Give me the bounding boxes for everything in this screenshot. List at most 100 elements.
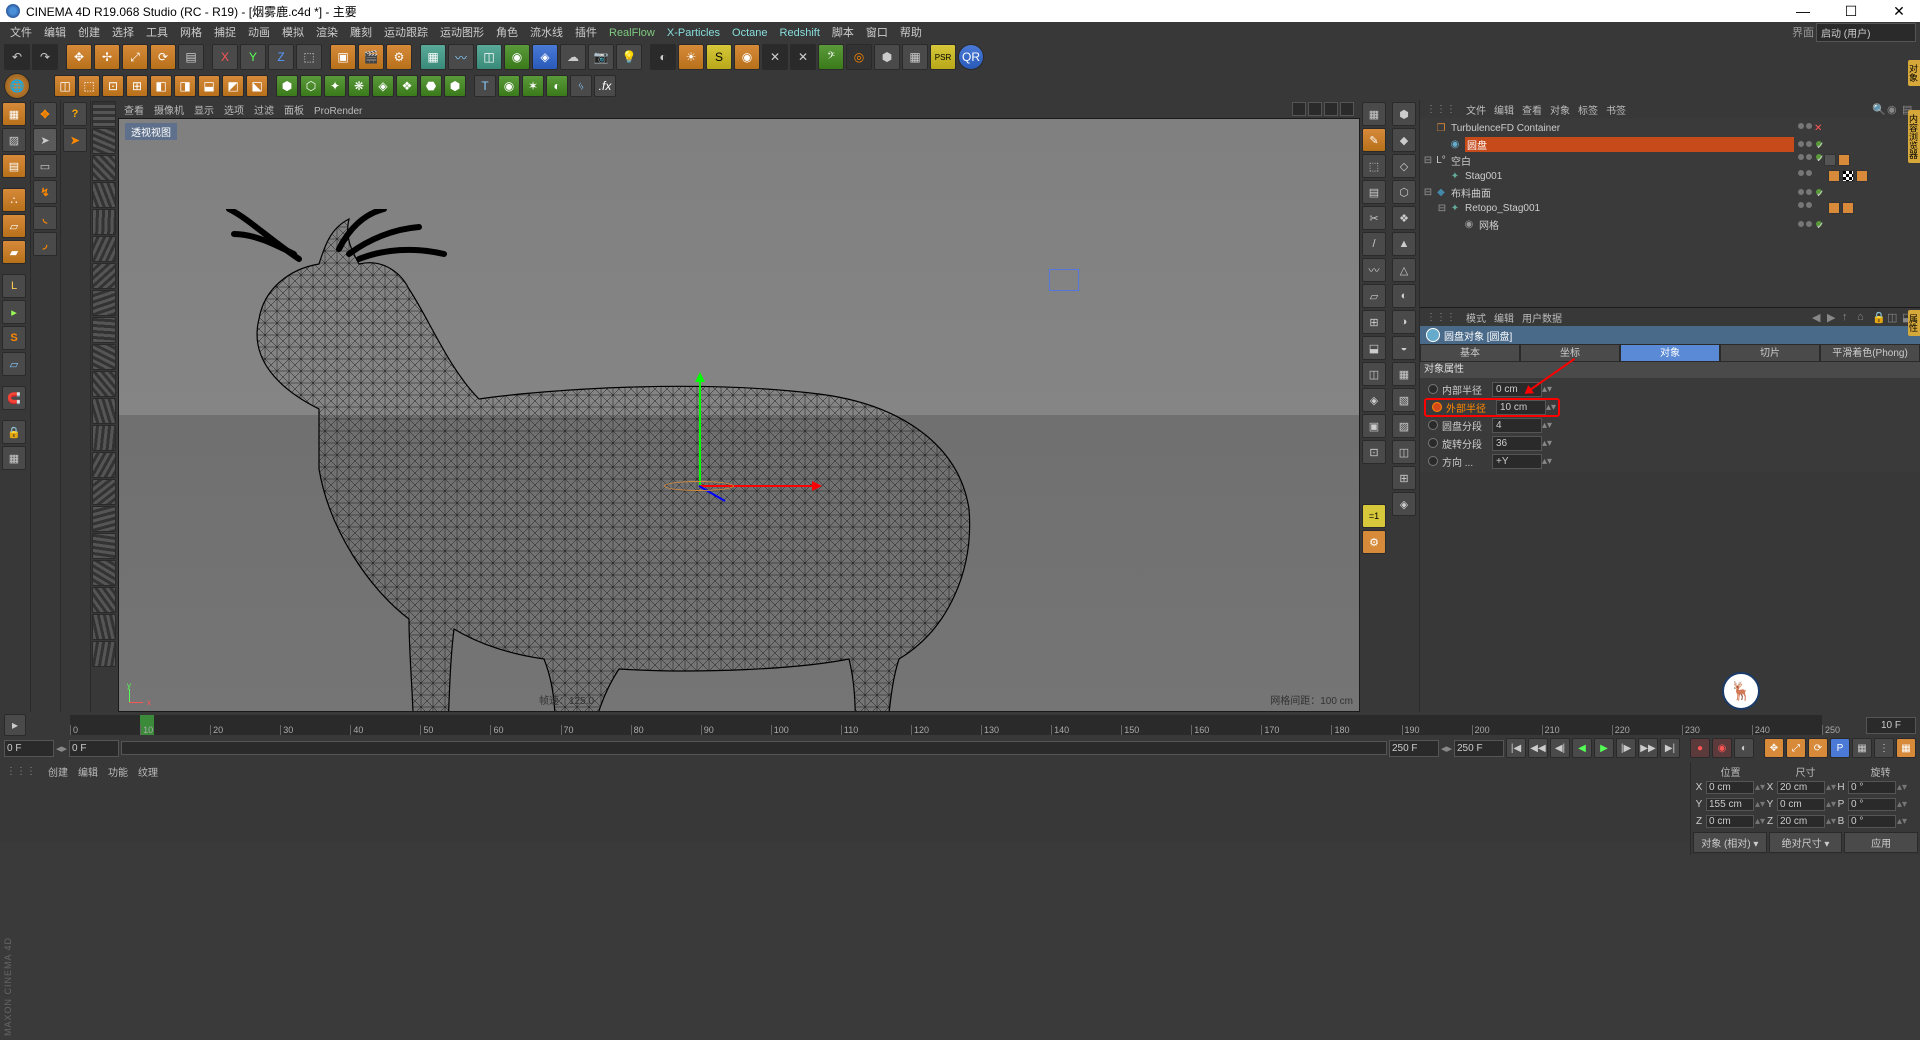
pattern-swatch-5[interactable] [92,236,116,262]
plugin-9[interactable]: ⬢ [874,44,900,70]
menu-插件[interactable]: 插件 [569,25,603,41]
mograph-1[interactable]: ⬢ [276,75,298,97]
om-menu-对象[interactable]: 对象 [1550,106,1570,117]
vp-menu-显示[interactable]: 显示 [194,106,214,117]
play-back[interactable]: ◀ [1572,738,1592,758]
pattern-swatch-10[interactable] [92,371,116,397]
qr-button[interactable]: QR [958,44,984,70]
pattern-swatch-13[interactable] [92,452,116,478]
menu-帮助[interactable]: 帮助 [894,25,928,41]
menu-工具[interactable]: 工具 [140,25,174,41]
cube-primitive[interactable]: ▦ [420,44,446,70]
environment[interactable]: ☁ [560,44,586,70]
texture-mode[interactable]: ▨ [2,128,26,152]
move-tool[interactable]: ✢ [94,44,120,70]
coords-apply-button[interactable]: 应用 [1844,832,1918,853]
autokey-button[interactable]: ◉ [1712,738,1732,758]
pattern-swatch-9[interactable] [92,344,116,370]
prev-key[interactable]: ◀◀ [1528,738,1548,758]
pattern-swatch-8[interactable] [92,317,116,343]
pattern-swatch-4[interactable] [92,209,116,235]
sel-tool-2[interactable]: ⬚ [78,75,100,97]
rtool-rtools-a-8[interactable]: ⊞ [1362,310,1386,334]
rtool-rtools-a-11[interactable]: ◈ [1362,388,1386,412]
extra-3[interactable]: ◐ [546,75,568,97]
model-mode[interactable]: ▦ [2,102,26,126]
vp-menu-ProRender[interactable]: ProRender [314,106,362,117]
menu-运动跟踪[interactable]: 运动跟踪 [378,25,434,41]
am-menu-编辑[interactable]: 编辑 [1494,314,1514,325]
vp-nav-1[interactable] [1292,102,1306,116]
rtool-rtools-a-2[interactable]: ⬚ [1362,154,1386,178]
plugin-1[interactable]: ◐ [650,44,676,70]
am-lock-icon[interactable]: 🔒 [1872,311,1884,323]
key-grid[interactable]: ▦ [1896,738,1916,758]
pattern-swatch-15[interactable] [92,506,116,532]
viewport[interactable]: 透视视图 [118,118,1360,712]
pattern-swatch-12[interactable] [92,425,116,451]
om-menu-书签[interactable]: 书签 [1606,106,1626,117]
redo-button[interactable]: ↷ [32,44,58,70]
rtool-rtools-b-15[interactable]: ◈ [1392,492,1416,516]
menu-雕刻[interactable]: 雕刻 [344,25,378,41]
live-select-tool[interactable]: ✥ [66,44,92,70]
rtool-rtools-a-16[interactable]: ⚙ [1362,530,1386,554]
vp-nav-2[interactable] [1308,102,1322,116]
menu-脚本[interactable]: 脚本 [826,25,860,41]
render-settings[interactable]: ⚙ [386,44,412,70]
play-start[interactable]: 0 F [69,740,119,757]
psr-button[interactable]: PSR [930,44,956,70]
side-tab-objects[interactable]: 对象 [1908,60,1920,86]
timeline-ruler[interactable]: 0102030405060708090100110120130140150160… [70,715,1822,735]
lock-2[interactable]: ▦ [2,446,26,470]
poly-mode[interactable]: ▰ [2,240,26,264]
render-view[interactable]: ▣ [330,44,356,70]
rtool-rtools-b-4[interactable]: ❖ [1392,206,1416,230]
menu-文件[interactable]: 文件 [4,25,38,41]
rtool-rtools-b-13[interactable]: ◫ [1392,440,1416,464]
om-menu-编辑[interactable]: 编辑 [1494,106,1514,117]
plugin-3[interactable]: S [706,44,732,70]
deformer-group[interactable]: ◈ [532,44,558,70]
menu-创建[interactable]: 创建 [72,25,106,41]
mograph-2[interactable]: ⬡ [300,75,322,97]
rtool-rtools-b-9[interactable]: ◒ [1392,336,1416,360]
grow[interactable]: ◞ [33,232,57,256]
next-frame[interactable]: |▶ [1616,738,1636,758]
sel-tool-4[interactable]: ⊞ [126,75,148,97]
snap-s[interactable]: S [2,326,26,350]
rtool-rtools-a-5[interactable]: / [1362,232,1386,256]
pattern-swatch-19[interactable] [92,614,116,640]
om-menu-标签[interactable]: 标签 [1578,106,1598,117]
mat-menu-编辑[interactable]: 编辑 [78,768,98,779]
rtool-rtools-b-0[interactable]: ⬢ [1392,102,1416,126]
sel-tool-9[interactable]: ⬕ [246,75,268,97]
am-menu-用户数据[interactable]: 用户数据 [1522,314,1562,325]
menu-捕捉[interactable]: 捕捉 [208,25,242,41]
next-key[interactable]: ▶▶ [1638,738,1658,758]
rtool-rtools-a-0[interactable]: ▦ [1362,102,1386,126]
mat-menu-创建[interactable]: 创建 [48,768,68,779]
rtool-rtools-a-13[interactable]: ⊡ [1362,440,1386,464]
prev-frame[interactable]: ◀| [1550,738,1570,758]
undo-button[interactable]: ↶ [4,44,30,70]
help-icon[interactable]: ? [63,102,87,126]
mat-menu-功能[interactable]: 功能 [108,768,128,779]
fx-button[interactable]: .fx [594,75,616,97]
text-tool[interactable]: T [474,75,496,97]
rtool-rtools-a-3[interactable]: ▤ [1362,180,1386,204]
mograph-5[interactable]: ◈ [372,75,394,97]
om-search-icon[interactable]: 🔍 [1872,103,1884,115]
tl-toggle[interactable]: ▸ [4,714,26,736]
key-options[interactable]: ◐ [1734,738,1754,758]
magnet-snap[interactable]: 🧲 [2,386,26,410]
vp-nav-3[interactable] [1324,102,1338,116]
tree-item-布料曲面[interactable]: ⊟◆布料曲面✓ [1422,184,1918,200]
tree-item-Stag001[interactable]: ✦Stag001 [1422,168,1918,184]
record-button[interactable]: ● [1690,738,1710,758]
am-new-icon[interactable]: ◫ [1887,311,1899,323]
rtool-rtools-a-4[interactable]: ✂ [1362,206,1386,230]
point-mode[interactable]: ∴ [2,188,26,212]
rtool-rtools-b-7[interactable]: ◐ [1392,284,1416,308]
pattern-swatch-14[interactable] [92,479,116,505]
